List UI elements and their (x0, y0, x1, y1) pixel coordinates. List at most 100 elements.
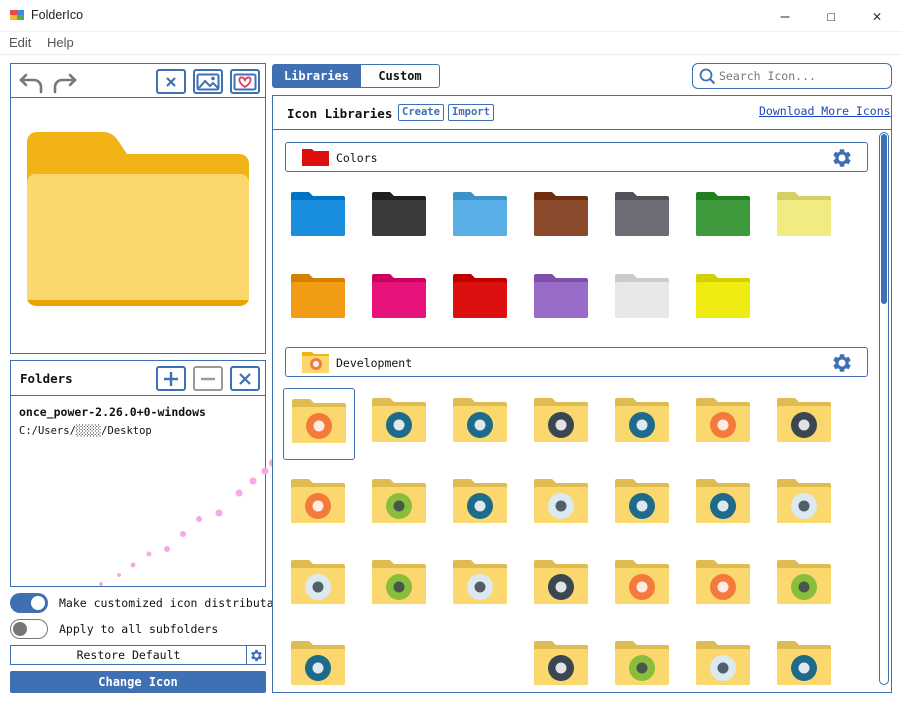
gear-icon (777, 398, 831, 442)
note-pen-icon (615, 398, 669, 442)
folder-preview-icon (27, 132, 249, 306)
color-folder-option[interactable] (283, 264, 355, 336)
restore-default-button[interactable]: Restore Default (10, 645, 247, 665)
gear-icon[interactable] (831, 352, 853, 374)
development-icon-option[interactable] (688, 388, 760, 460)
folder-icon (291, 192, 345, 236)
development-icon-option[interactable] (364, 469, 436, 541)
dice-icon (777, 479, 831, 523)
menu-help[interactable]: Help (47, 35, 74, 50)
development-icon-option[interactable] (445, 550, 517, 622)
clear-folders-button[interactable] (230, 366, 260, 391)
development-icon-option[interactable] (607, 388, 679, 460)
color-folder-option[interactable] (688, 264, 760, 336)
menu-edit[interactable]: Edit (9, 35, 31, 50)
divider (11, 97, 265, 98)
color-folder-option[interactable] (769, 182, 841, 254)
monitor-chart-icon (291, 641, 345, 685)
development-icon-option[interactable] (688, 469, 760, 541)
development-icon-option[interactable] (364, 388, 436, 460)
diamond-icon (696, 479, 750, 523)
cloud-icon (696, 398, 750, 442)
color-folder-option[interactable] (526, 264, 598, 336)
window-title: FolderIco (31, 8, 84, 22)
development-icon-option[interactable] (283, 388, 355, 460)
color-folder-option[interactable] (607, 264, 679, 336)
color-folder-option[interactable] (445, 182, 517, 254)
favorite-button[interactable] (230, 69, 260, 94)
puzzle-head-icon (372, 560, 426, 604)
color-folder-option[interactable] (688, 182, 760, 254)
minimize-button[interactable]: — (762, 0, 808, 32)
development-icon-option[interactable] (364, 550, 436, 622)
development-icon-option[interactable] (445, 469, 517, 541)
development-icon-option[interactable] (283, 550, 355, 622)
create-button[interactable]: Create (398, 104, 444, 121)
icon-library-panel: Icon Libraries Create Import Download Mo… (272, 95, 892, 693)
scrollbar-thumb[interactable] (881, 134, 887, 304)
scrollbar[interactable] (879, 132, 889, 685)
development-icon-option[interactable] (283, 469, 355, 541)
folder-name: once_power-2.26.0+0-windows (19, 405, 206, 419)
development-icon-option[interactable] (769, 631, 841, 692)
close-icon (239, 372, 251, 385)
remove-folder-button[interactable] (193, 366, 223, 391)
undo-icon[interactable] (19, 73, 43, 94)
development-icon-option[interactable] (526, 469, 598, 541)
development-icon-option[interactable] (688, 631, 760, 692)
folders-title: Folders (20, 371, 73, 386)
heart-icon (233, 73, 257, 90)
search-input[interactable]: Search Icon... (719, 69, 816, 83)
development-icon-option[interactable] (607, 631, 679, 692)
maximize-button[interactable]: ☐ (808, 0, 854, 32)
development-icon-option[interactable] (283, 631, 355, 692)
folder-icon (696, 274, 750, 318)
folder-icon (696, 192, 750, 236)
change-icon-button[interactable]: Change Icon (10, 671, 266, 693)
search-icon (699, 68, 716, 85)
color-folder-option[interactable] (283, 182, 355, 254)
development-icon-option[interactable] (769, 550, 841, 622)
clear-icon-button[interactable] (156, 69, 186, 94)
development-icon-option[interactable] (769, 388, 841, 460)
add-folder-button[interactable] (156, 366, 186, 391)
links-icon (534, 641, 588, 685)
development-icon-option[interactable] (526, 550, 598, 622)
search-box[interactable]: Search Icon... (692, 63, 892, 89)
folder-icon (453, 192, 507, 236)
import-button[interactable]: Import (448, 104, 494, 121)
development-icon-option[interactable] (526, 388, 598, 460)
redo-icon[interactable] (53, 73, 77, 94)
development-icon-option[interactable] (445, 388, 517, 460)
image-button[interactable] (193, 69, 223, 94)
tab-custom[interactable]: Custom (360, 64, 440, 88)
divider (11, 395, 265, 396)
section-header-development[interactable]: Development (285, 347, 868, 377)
color-folder-option[interactable] (526, 182, 598, 254)
download-more-icons-link[interactable]: Download More Icons (759, 104, 891, 118)
development-icon-option[interactable] (607, 469, 679, 541)
color-folder-option[interactable] (364, 182, 436, 254)
subfolders-toggle[interactable] (10, 619, 48, 639)
development-icon-option[interactable] (769, 469, 841, 541)
folder-icon (453, 274, 507, 318)
traffic-cone-icon (534, 479, 588, 523)
close-window-button[interactable]: ✕ (854, 0, 900, 32)
development-icon-option[interactable] (526, 631, 598, 692)
section-header-colors[interactable]: Colors (285, 142, 868, 172)
flask-icon (534, 560, 588, 604)
color-folder-option[interactable] (445, 264, 517, 336)
development-icon-option[interactable] (445, 631, 517, 692)
development-icon-option[interactable] (364, 631, 436, 692)
development-icon-option[interactable] (688, 550, 760, 622)
color-folder-option[interactable] (364, 264, 436, 336)
sitemap-icon (696, 560, 750, 604)
distributable-toggle[interactable] (10, 593, 48, 613)
tab-libraries[interactable]: Libraries (272, 64, 361, 88)
restore-settings-button[interactable] (246, 645, 266, 665)
color-folder-option[interactable] (607, 182, 679, 254)
development-icon-option[interactable] (607, 550, 679, 622)
gear-icon[interactable] (831, 147, 853, 169)
menu-bar: Edit Help (0, 32, 902, 54)
bug-icon (777, 560, 831, 604)
